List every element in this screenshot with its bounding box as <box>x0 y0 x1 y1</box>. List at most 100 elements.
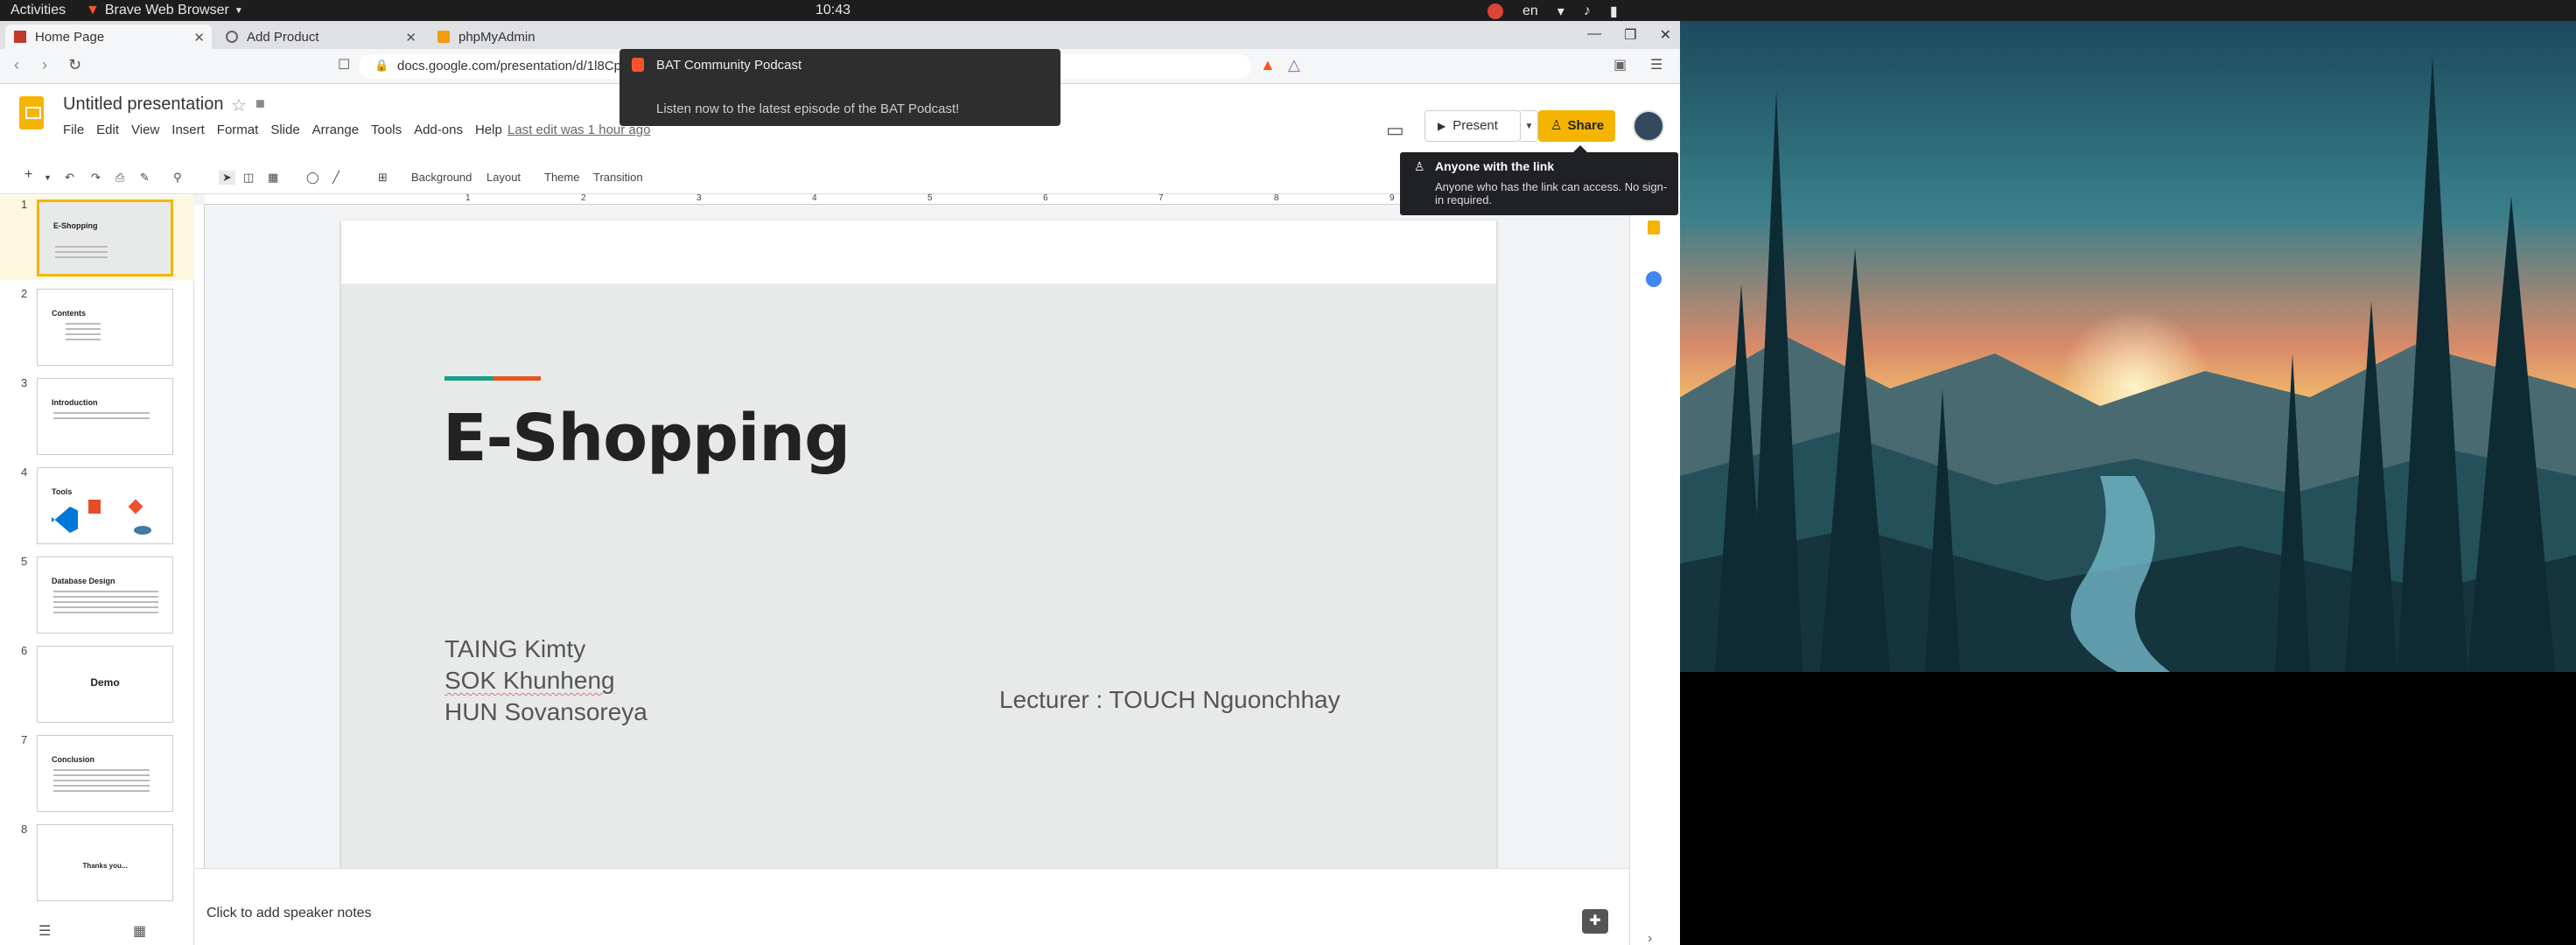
author-name[interactable]: HUN Sovansoreya <box>444 698 648 726</box>
author-name[interactable]: TAING Kimty <box>444 635 585 663</box>
ruler-mark: 9 <box>1390 193 1395 203</box>
extension-icon[interactable]: ▣ <box>1614 56 1627 74</box>
ruler-mark: 1 <box>466 193 471 203</box>
filmstrip-item-6[interactable]: 6 Demo <box>0 642 194 726</box>
slide-number: 1 <box>21 198 28 211</box>
notification-popup[interactable]: BAT Community Podcast Listen now to the … <box>620 49 1060 126</box>
menu-help[interactable]: Help <box>475 122 502 137</box>
tasks-icon[interactable] <box>1646 271 1662 287</box>
slide-canvas[interactable]: E-Shopping TAING Kimty SOK Khunheng HUN … <box>341 220 1496 873</box>
menu-tools[interactable]: Tools <box>371 122 402 137</box>
new-slide-dropdown-icon[interactable]: ▼ <box>44 173 52 182</box>
wifi-icon[interactable]: ▾ <box>1558 3 1564 20</box>
slide-number: 4 <box>21 466 28 479</box>
filmstrip-view-icon[interactable]: ☰ <box>38 922 51 940</box>
background-button[interactable]: Background <box>411 171 472 184</box>
shape-icon[interactable]: ◯ <box>306 171 319 185</box>
layout-button[interactable]: Layout <box>486 171 521 184</box>
tab-add-product[interactable]: Add Product ✕ <box>217 24 424 49</box>
zoom-icon[interactable]: ⚲ <box>173 171 182 185</box>
minimize-icon[interactable]: — <box>1587 26 1601 44</box>
select-icon[interactable]: ➤ <box>219 171 235 185</box>
theme-button[interactable]: Theme <box>544 171 579 184</box>
ruler-mark: 5 <box>928 193 933 203</box>
text-box-icon[interactable]: ◫ <box>243 171 254 185</box>
tab-phpmyadmin[interactable]: phpMyAdmin <box>429 24 621 49</box>
slide-number: 3 <box>21 376 28 389</box>
bookmark-icon[interactable]: ☐ <box>338 56 350 74</box>
chrome-indicator-icon[interactable] <box>1488 4 1503 19</box>
filmstrip-item-2[interactable]: 2 Contents <box>0 285 194 369</box>
insert-comment-icon[interactable]: ⊞ <box>378 171 388 185</box>
ruler-mark: 6 <box>1043 193 1048 203</box>
close-icon[interactable]: ✕ <box>405 30 416 46</box>
slide-thumbnail: Thanks you... <box>37 824 173 901</box>
menu-format[interactable]: Format <box>217 122 259 137</box>
redo-icon[interactable]: ↷ <box>91 171 101 185</box>
reload-icon[interactable]: ↻ <box>68 56 81 74</box>
undo-icon[interactable]: ↶ <box>65 171 74 185</box>
print-icon[interactable]: ⎙ <box>116 171 124 185</box>
filmstrip-item-1[interactable]: 1 E-Shopping <box>0 196 194 280</box>
close-window-icon[interactable]: ✕ <box>1660 26 1671 44</box>
transition-button[interactable]: Transition <box>593 171 643 184</box>
filmstrip-item-3[interactable]: 3 Introduction <box>0 374 194 458</box>
slide-editor: 1 2 3 4 5 6 7 8 9 E-Shopping TAING Kimty… <box>194 193 1629 873</box>
slide-thumbnail: Conclusion <box>37 735 173 812</box>
phpmyadmin-icon <box>438 31 450 43</box>
filmstrip-item-5[interactable]: 5 Database Design <box>0 553 194 637</box>
vertical-ruler[interactable] <box>194 205 205 868</box>
filmstrip-item-8[interactable]: 8 Thanks you... <box>0 821 194 905</box>
document-title[interactable]: Untitled presentation <box>63 94 223 115</box>
menu-add-ons[interactable]: Add-ons <box>414 122 463 137</box>
menu-slide[interactable]: Slide <box>270 122 299 137</box>
brave-rewards-icon[interactable]: △ <box>1288 56 1300 74</box>
language-indicator[interactable]: en <box>1522 4 1538 19</box>
volume-icon[interactable]: ♪ <box>1584 4 1591 19</box>
slides-logo-icon[interactable] <box>19 96 44 130</box>
tab-home-page[interactable]: Home Page ✕ <box>5 24 212 49</box>
filmstrip-item-7[interactable]: 7 Conclusion <box>0 732 194 816</box>
brave-shields-icon[interactable]: ▲ <box>1260 56 1276 74</box>
new-slide-icon[interactable]: + <box>24 167 32 183</box>
avatar[interactable] <box>1633 110 1664 142</box>
grid-view-icon[interactable]: ▦ <box>133 922 146 940</box>
line-icon[interactable]: ╱ <box>332 171 340 185</box>
paint-format-icon[interactable]: ✎ <box>140 171 150 185</box>
share-button[interactable]: ♙ Share <box>1538 110 1615 142</box>
screen: Activities ▼ Brave Web Browser ▼ 10:43 e… <box>0 0 2576 945</box>
app-menu[interactable]: ▼ Brave Web Browser ▼ <box>86 3 243 18</box>
close-icon[interactable]: ✕ <box>193 30 205 46</box>
back-icon[interactable]: ‹ <box>14 56 19 74</box>
comment-history-icon[interactable]: ▭ <box>1386 119 1404 142</box>
ruler-mark: 7 <box>1158 193 1164 203</box>
menu-view[interactable]: View <box>131 122 159 137</box>
lecturer-text[interactable]: Lecturer : TOUCH Nguonchhay <box>999 686 1340 714</box>
menu-edit[interactable]: Edit <box>96 122 119 137</box>
person-icon: ♙ <box>1414 159 1425 173</box>
present-button[interactable]: ▶ Present <box>1424 110 1521 142</box>
folder-icon[interactable]: ■ <box>256 94 265 113</box>
menu-insert[interactable]: Insert <box>172 122 205 137</box>
explore-icon[interactable]: ✚ <box>1582 909 1608 934</box>
filmstrip-item-4[interactable]: 4 Tools <box>0 464 194 548</box>
present-options-dropdown[interactable]: ▼ <box>1521 110 1538 142</box>
clock[interactable]: 10:43 <box>816 3 850 18</box>
menu-icon[interactable]: ☰ <box>1650 56 1662 74</box>
keep-icon[interactable] <box>1648 220 1660 234</box>
slide-title[interactable]: E-Shopping <box>443 401 850 476</box>
activities-button[interactable]: Activities <box>10 3 66 18</box>
maximize-icon[interactable]: ❐ <box>1624 26 1636 44</box>
speaker-notes[interactable]: Click to add speaker notes ✚ <box>194 868 1629 945</box>
menu-arrange[interactable]: Arrange <box>312 122 359 137</box>
speaker-notes-placeholder[interactable]: Click to add speaker notes <box>206 906 372 921</box>
battery-icon[interactable]: ▮ <box>1610 3 1618 20</box>
collapse-panel-icon[interactable]: › <box>1648 931 1652 945</box>
star-icon[interactable]: ☆ <box>231 94 247 116</box>
forward-icon[interactable]: › <box>42 56 47 74</box>
image-icon[interactable]: ▦ <box>268 171 278 185</box>
menu-file[interactable]: File <box>63 122 84 137</box>
tab-label: Add Product <box>247 29 319 45</box>
slide-number: 7 <box>21 733 28 746</box>
author-name[interactable]: SOK Khunheng <box>444 667 615 695</box>
